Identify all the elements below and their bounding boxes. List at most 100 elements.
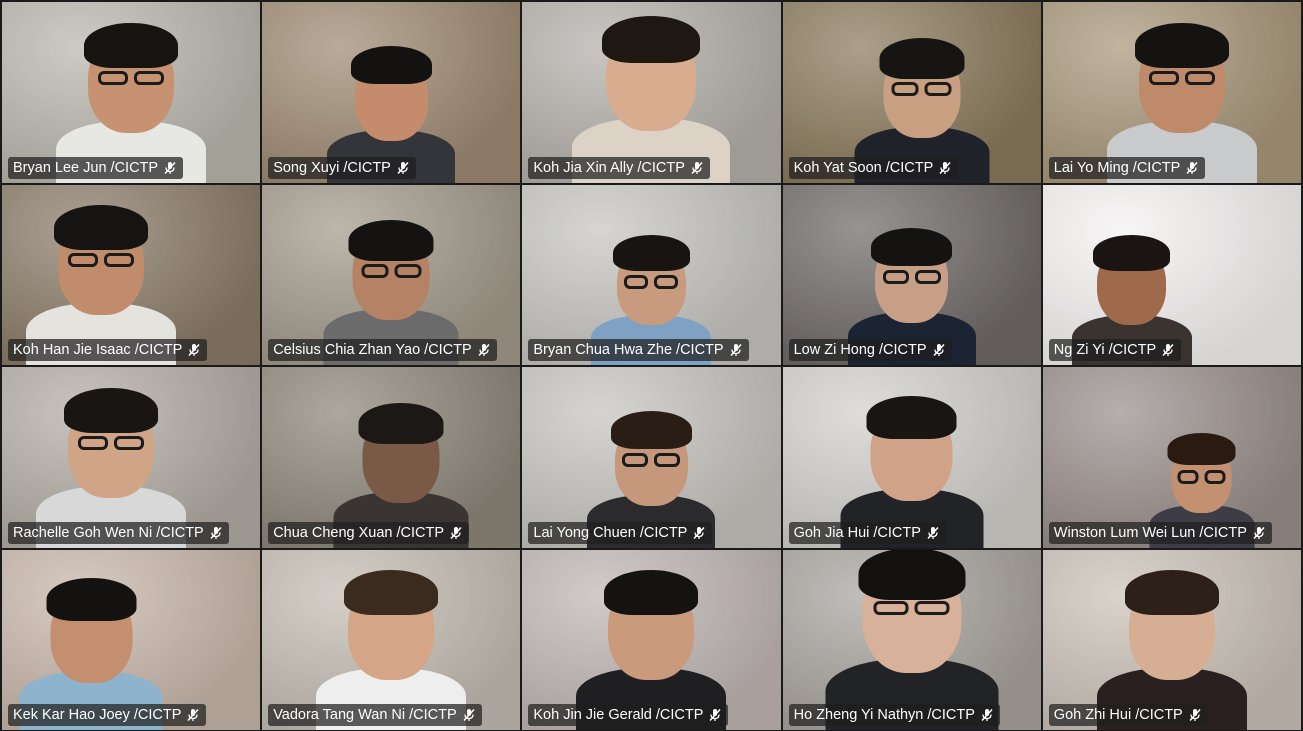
glasses — [1184, 70, 1215, 85]
participant-nameplate: Bryan Chua Hwa Zhe /CICTP — [528, 339, 749, 361]
participant-hair — [1134, 22, 1229, 68]
participant-tile-14[interactable]: Goh Jia Hui /CICTP — [782, 367, 1041, 548]
microphone-muted-icon — [449, 526, 463, 540]
participant-name: Goh Jia Hui /CICTP — [793, 524, 921, 541]
participant-hair — [46, 578, 137, 621]
participant-nameplate: Lai Yong Chuen /CICTP — [528, 521, 713, 544]
participant-video — [327, 2, 456, 183]
participant-video — [576, 550, 727, 730]
participant-tile-13[interactable]: Lai Yong Chuen /CICTP — [522, 367, 781, 548]
participant-name: Ho Zheng Yi Nathyn /CICTP — [793, 707, 975, 723]
participant-hair — [1124, 570, 1219, 615]
participant-hair — [54, 205, 149, 250]
participant-nameplate: Koh Jia Xin Ally /CICTP — [528, 156, 710, 179]
participant-video — [56, 2, 207, 183]
microphone-muted-icon — [187, 343, 201, 357]
participant-tile-4[interactable]: Koh Yat Soon /CICTP — [782, 2, 1041, 183]
participant-video — [572, 2, 731, 183]
participant-name: Bryan Chua Hwa Zhe /CICTP — [533, 342, 724, 358]
participant-name: Lai Yong Chuen /CICTP — [533, 524, 688, 541]
glasses — [114, 435, 145, 450]
microphone-muted-icon — [163, 161, 177, 175]
participant-tile-17[interactable]: Vadora Tang Wan Ni /CICTP — [262, 549, 521, 730]
participant-name: Kek Kar Hao Joey /CICTP — [13, 707, 182, 723]
glasses — [914, 270, 941, 284]
participant-nameplate: Song Xuyi /CICTP — [268, 156, 416, 179]
participant-hair — [84, 22, 179, 68]
participant-tile-3[interactable]: Koh Jia Xin Ally /CICTP — [522, 2, 781, 183]
participant-tile-10[interactable]: Ng Zi Yi /CICTP — [1042, 184, 1301, 365]
glasses — [104, 253, 135, 267]
participant-video — [587, 367, 716, 548]
participant-nameplate: Rachelle Goh Wen Ni /CICTP — [8, 521, 229, 544]
glasses — [654, 275, 679, 289]
microphone-muted-icon — [932, 343, 946, 357]
participant-hair — [1093, 235, 1171, 271]
microphone-muted-icon — [1188, 708, 1202, 722]
participant-name: Celsius Chia Zhan Yao /CICTP — [273, 342, 472, 358]
participant-tile-9[interactable]: Low Zi Hong /CICTP — [782, 184, 1041, 365]
participant-video — [825, 549, 999, 730]
participant-tile-18[interactable]: Koh Jin Jie Gerald /CICTP — [522, 549, 781, 730]
participant-tile-1[interactable]: Bryan Lee Jun /CICTP — [2, 2, 261, 183]
participant-name: Bryan Lee Jun /CICTP — [13, 159, 159, 176]
participant-nameplate: Kek Kar Hao Joey /CICTP — [8, 704, 207, 726]
participant-nameplate: Koh Han Jie Isaac /CICTP — [8, 339, 208, 361]
microphone-muted-icon — [462, 708, 476, 722]
participant-nameplate: Bryan Lee Jun /CICTP — [8, 156, 184, 179]
participant-nameplate: Koh Jin Jie Gerald /CICTP — [528, 704, 729, 726]
participant-video — [333, 367, 469, 548]
participant-hair — [610, 410, 692, 449]
participant-tile-8[interactable]: Bryan Chua Hwa Zhe /CICTP — [522, 184, 781, 365]
participant-tile-11[interactable]: Rachelle Goh Wen Ni /CICTP — [2, 367, 261, 548]
participant-video — [26, 185, 177, 365]
participant-hair — [350, 45, 432, 84]
participant-tile-15[interactable]: Winston Lum Wei Lun /CICTP — [1042, 367, 1301, 548]
participant-tile-7[interactable]: Celsius Chia Zhan Yao /CICTP — [262, 184, 521, 365]
participant-nameplate: Goh Zhi Hui /CICTP — [1048, 704, 1208, 726]
participant-nameplate: Winston Lum Wei Lun /CICTP — [1048, 521, 1272, 544]
glasses — [914, 601, 950, 615]
participant-name: Koh Jia Xin Ally /CICTP — [533, 159, 685, 176]
glasses — [68, 253, 99, 267]
participant-hair — [858, 549, 966, 600]
participant-video — [36, 367, 187, 548]
microphone-muted-icon — [938, 161, 952, 175]
participant-hair — [612, 235, 690, 271]
participant-video — [840, 367, 984, 548]
participant-tile-12[interactable]: Chua Cheng Xuan /CICTP — [262, 367, 521, 548]
participant-hair — [866, 395, 957, 439]
glasses — [134, 70, 165, 85]
glasses — [891, 81, 919, 96]
participant-video — [19, 550, 163, 730]
glasses — [882, 270, 909, 284]
microphone-muted-icon — [692, 526, 706, 540]
participant-hair — [358, 402, 444, 444]
participant-tile-2[interactable]: Song Xuyi /CICTP — [262, 2, 521, 183]
glasses — [624, 275, 649, 289]
participant-hair — [604, 570, 699, 615]
glasses — [98, 70, 129, 85]
participant-name: Song Xuyi /CICTP — [273, 159, 391, 176]
glasses — [1148, 70, 1179, 85]
participant-tile-6[interactable]: Koh Han Jie Isaac /CICTP — [2, 184, 261, 365]
participant-video — [591, 185, 712, 365]
microphone-muted-icon — [1161, 343, 1175, 357]
participant-hair — [1167, 432, 1236, 465]
participant-name: Low Zi Hong /CICTP — [793, 342, 927, 358]
participant-video — [854, 2, 990, 183]
participant-nameplate: Chua Cheng Xuan /CICTP — [268, 521, 470, 544]
participant-name: Koh Yat Soon /CICTP — [793, 159, 934, 176]
participant-nameplate: Ng Zi Yi /CICTP — [1048, 339, 1182, 361]
participant-hair — [348, 220, 434, 261]
participant-video — [1149, 367, 1255, 548]
participant-tile-16[interactable]: Kek Kar Hao Joey /CICTP — [2, 549, 261, 730]
participant-tile-19[interactable]: Ho Zheng Yi Nathyn /CICTP — [782, 549, 1041, 730]
participant-nameplate: Low Zi Hong /CICTP — [788, 339, 952, 361]
participant-name: Chua Cheng Xuan /CICTP — [273, 524, 445, 541]
participant-hair — [879, 37, 965, 79]
participant-tile-20[interactable]: Goh Zhi Hui /CICTP — [1042, 549, 1301, 730]
participant-tile-5[interactable]: Lai Yo Ming /CICTP — [1042, 2, 1301, 183]
microphone-muted-icon — [186, 708, 200, 722]
participant-video — [847, 185, 976, 365]
